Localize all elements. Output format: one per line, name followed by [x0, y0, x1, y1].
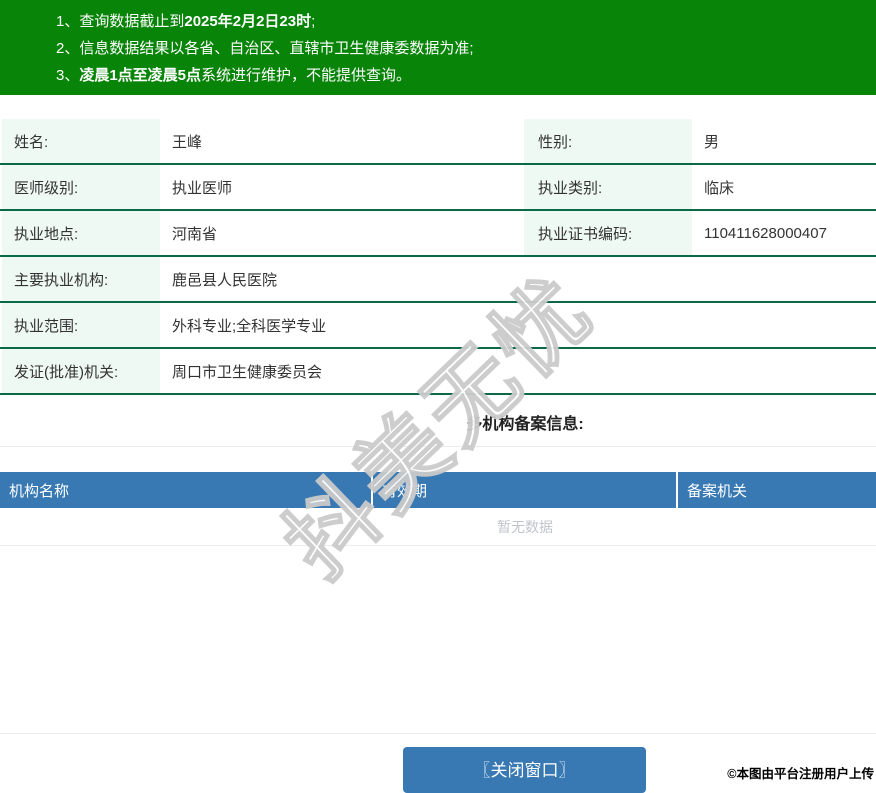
field-label-gender: 性别:: [524, 119, 692, 163]
divider: [0, 733, 876, 734]
column-header-institution-name: 机构名称: [0, 472, 373, 508]
field-value-practice-scope: 外科专业;全科医学专业: [172, 317, 327, 335]
field-value-main-institution: 鹿邑县人民医院: [172, 271, 278, 289]
copyright-watermark: ©本图由平台注册用户上传: [727, 767, 874, 781]
registration-table-header: 机构名称 有效期 备案机关: [0, 472, 876, 508]
notice-line-3: 3、凌晨1点至凌晨5点系统进行维护，不能提供查询。: [0, 62, 876, 89]
table-row: 医师级别: 执业医师 执业类别: 临床: [0, 165, 876, 211]
section-title-multi-institution: 多机构备案信息:: [466, 416, 584, 433]
notice-text: 查询数据截止到: [79, 13, 185, 30]
notice-number: 1、: [56, 13, 80, 30]
field-label-doctor-level: 医师级别:: [2, 165, 160, 209]
profile-table: 姓名: 王峰 性别: 男 医师级别: 执业医师 执业类别: 临床 执业地点: 河…: [0, 119, 876, 395]
field-label-certificate-number: 执业证书编码:: [524, 211, 692, 255]
field-value-practice-location: 河南省: [172, 225, 218, 243]
column-header-registration-authority: 备案机关: [687, 482, 748, 500]
field-value-name: 王峰: [172, 133, 203, 151]
notice-text: 系统进行维护，不能提供查询。: [201, 67, 412, 84]
table-row: 发证(批准)机关: 周口市卫生健康委员会: [0, 349, 876, 395]
close-window-button[interactable]: 〖关闭窗口〗: [403, 747, 646, 793]
field-value-practice-category: 临床: [704, 179, 735, 197]
field-value-certificate-number: 110411628000407: [704, 224, 827, 242]
notice-line-1: 1、查询数据截止到2025年2月2日23时;: [0, 8, 876, 35]
notice-text: 信息数据结果以各省、自治区、直辖市卫生健康委数据为准;: [79, 40, 474, 57]
table-row: 主要执业机构: 鹿邑县人民医院: [0, 257, 876, 303]
field-label-practice-scope: 执业范围:: [2, 303, 160, 347]
divider: [0, 446, 876, 447]
notice-banner: 1、查询数据截止到2025年2月2日23时; 2、信息数据结果以各省、自治区、直…: [0, 0, 876, 95]
notice-number: 2、: [56, 40, 80, 57]
field-value-doctor-level: 执业医师: [172, 179, 233, 197]
notice-text-bold: 凌晨1点至凌晨5点: [79, 67, 202, 84]
field-label-practice-location: 执业地点:: [2, 211, 160, 255]
field-label-issuing-authority: 发证(批准)机关:: [2, 349, 160, 393]
column-header-validity-period: 有效期: [373, 472, 678, 508]
notice-text: ;: [311, 13, 316, 30]
field-label-main-institution: 主要执业机构:: [2, 257, 160, 301]
field-value-issuing-authority: 周口市卫生健康委员会: [172, 363, 323, 381]
notice-line-2: 2、信息数据结果以各省、自治区、直辖市卫生健康委数据为准;: [0, 35, 876, 62]
table-row: 执业地点: 河南省 执业证书编码: 110411628000407: [0, 211, 876, 257]
notice-number: 3、: [56, 67, 80, 84]
field-value-gender: 男: [704, 133, 720, 151]
empty-data-row: 暂无数据: [0, 508, 876, 546]
field-label-name: 姓名:: [2, 119, 160, 163]
notice-text-bold: 2025年2月2日23时: [184, 13, 312, 30]
table-row: 执业范围: 外科专业;全科医学专业: [0, 303, 876, 349]
table-row: 姓名: 王峰 性别: 男: [0, 119, 876, 165]
field-label-practice-category: 执业类别:: [524, 165, 692, 209]
